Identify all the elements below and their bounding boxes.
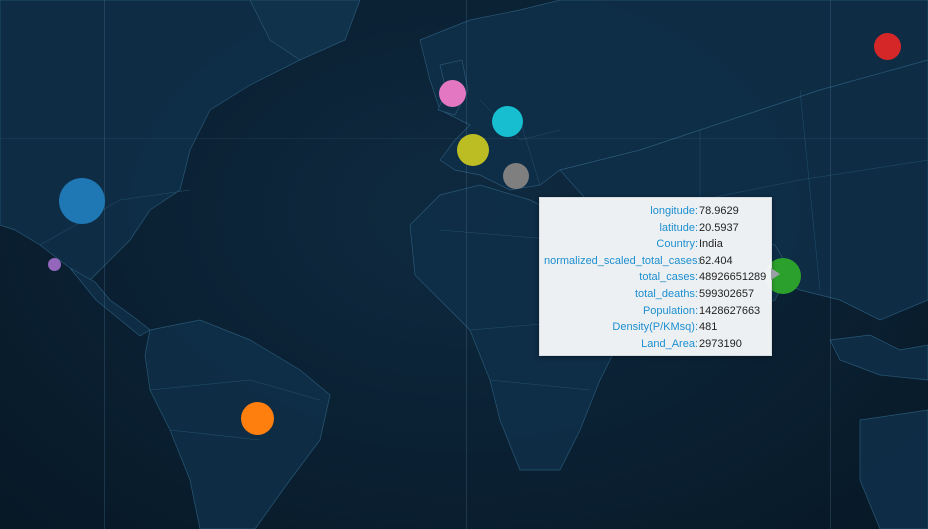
tooltip-value: 1428627663	[699, 304, 761, 317]
tooltip-key: total_deaths:	[635, 287, 698, 300]
bubble-japan-or-korea[interactable]	[874, 33, 901, 60]
tooltip-row-country: Country: India	[544, 236, 767, 253]
tooltip-value: 481	[699, 321, 718, 334]
tooltip-row-normalized-cases: normalized_scaled_total_cases: 62.404	[544, 253, 767, 270]
meridian-line-1	[104, 0, 105, 529]
tooltip-row-density: Density(P/KMsq): 481	[544, 319, 767, 336]
bubble-germany[interactable]	[492, 106, 523, 137]
tooltip-row-land-area: Land_Area: 2973190	[544, 336, 767, 353]
tooltip-key: Land_Area:	[641, 337, 698, 350]
tooltip-value: 78.9629	[699, 205, 739, 217]
tooltip-row-latitude: latitude: 20.5937	[544, 220, 767, 237]
tooltip-value: 2973190	[699, 337, 742, 350]
bubble-usa[interactable]	[59, 178, 105, 224]
tooltip-row-total-cases: total_cases: 48926651289	[544, 269, 767, 286]
data-tooltip: longitude: 78.9629 latitude: 20.5937 Count…	[539, 197, 780, 356]
meridian-line-2	[466, 0, 467, 529]
south-america-land	[144, 319, 331, 529]
tooltip-pointer-arrow	[771, 268, 780, 280]
bubble-brazil[interactable]	[241, 402, 274, 435]
tooltip-key: Density(P/KMsq):	[612, 321, 698, 334]
tooltip-key: Country:	[656, 238, 698, 251]
tooltip-value: 62.404	[699, 254, 733, 267]
bubble-uk[interactable]	[439, 80, 466, 107]
tooltip-row-total-deaths: total_deaths: 599302657	[544, 286, 767, 303]
tooltip-value: India	[699, 238, 723, 251]
meridian-line-3	[830, 0, 831, 529]
tooltip-key: latitude:	[659, 221, 698, 234]
tooltip-key: Population:	[642, 304, 698, 317]
bubble-france[interactable]	[457, 134, 489, 166]
tooltip-key: longitude:	[650, 205, 698, 217]
central-america-land	[69, 267, 151, 337]
bubble-mexico[interactable]	[48, 258, 61, 271]
bubble-italy[interactable]	[503, 163, 529, 189]
tooltip-row-population: Population: 1428627663	[544, 303, 767, 320]
tooltip-key: normalized_scaled_total_cases:	[544, 254, 701, 267]
se-asia-islands	[829, 334, 928, 381]
tooltip-row-longitude: longitude: 78.9629	[544, 203, 767, 220]
tooltip-value: 599302657	[699, 287, 755, 300]
tooltip-value: 48926651289	[699, 271, 767, 284]
tooltip-value: 20.5937	[699, 221, 739, 234]
australia-land	[859, 409, 928, 529]
world-map[interactable]: longitude: 78.9629 latitude: 20.5937 Count…	[0, 0, 928, 529]
tooltip-key: total_cases:	[639, 271, 698, 284]
